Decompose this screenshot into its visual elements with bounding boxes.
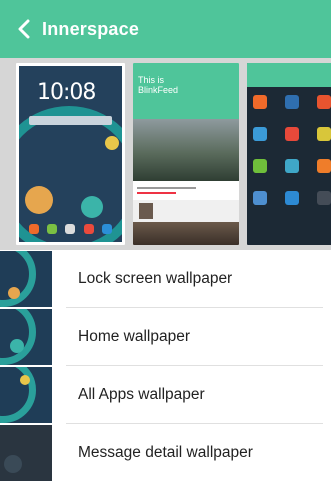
list-item-label: Message detail wallpaper	[78, 444, 253, 461]
planet-decoration	[25, 186, 53, 214]
decorative-ring	[0, 251, 36, 307]
preview-search-bar	[29, 116, 112, 125]
preview-clock: 10:08	[37, 80, 96, 105]
city-photo	[133, 119, 239, 181]
list-item-label: Lock screen wallpaper	[78, 270, 233, 287]
planet-decoration	[4, 455, 22, 473]
wallpaper-thumbnail	[0, 425, 52, 481]
phone-icon	[29, 224, 40, 234]
camera-icon	[101, 224, 112, 234]
camera-icon	[285, 191, 299, 205]
app-icon	[317, 191, 331, 205]
mail-icon	[83, 224, 94, 234]
decorative-ring	[0, 309, 36, 365]
wallpaper-thumbnail	[0, 309, 52, 365]
back-button[interactable]	[6, 0, 42, 58]
calendar-icon	[285, 159, 299, 173]
app-grid	[253, 95, 331, 205]
page-title: Innerspace	[42, 18, 140, 39]
app-icon	[317, 95, 331, 109]
list-item-home-wallpaper[interactable]: Home wallpaper	[0, 308, 331, 366]
message-icon	[253, 159, 267, 173]
decorative-ring	[0, 367, 36, 423]
feed-photo	[133, 222, 239, 245]
planet-decoration	[10, 339, 24, 353]
all-apps-preview[interactable]	[247, 63, 331, 245]
planet-decoration	[81, 196, 103, 218]
list-item-message-detail-wallpaper[interactable]: Message detail wallpaper	[0, 424, 331, 482]
list-item-label: Home wallpaper	[78, 328, 190, 345]
app-bar: Innerspace	[0, 0, 331, 58]
app-icon	[317, 127, 331, 141]
apps-icon	[65, 224, 76, 234]
blinkfeed-preview[interactable]: This is BlinkFeed	[133, 63, 239, 245]
preview-title: This is BlinkFeed	[138, 75, 178, 95]
avatar	[139, 203, 153, 219]
feed-row	[133, 200, 239, 222]
mail-icon	[285, 127, 299, 141]
app-icon	[317, 159, 331, 173]
planet-decoration	[20, 375, 30, 385]
list-item-all-apps-wallpaper[interactable]: All Apps wallpaper	[0, 366, 331, 424]
gallery-icon	[253, 191, 267, 205]
app-icon	[253, 127, 267, 141]
preview-header	[247, 63, 331, 87]
planet-decoration	[8, 287, 20, 299]
lock-screen-preview[interactable]: 10:08	[16, 63, 125, 245]
list-item-lock-screen-wallpaper[interactable]: Lock screen wallpaper	[0, 250, 331, 308]
app-icon	[285, 95, 299, 109]
chevron-left-icon	[18, 19, 30, 39]
phone-icon	[253, 95, 267, 109]
message-icon	[47, 224, 58, 234]
list-item-label: All Apps wallpaper	[78, 386, 205, 403]
wallpaper-thumbnail	[0, 367, 52, 423]
wallpaper-preview-carousel[interactable]: 10:08 This is BlinkFeed	[0, 58, 331, 250]
wallpaper-thumbnail	[0, 251, 52, 307]
preview-title-line1: This is	[138, 75, 165, 85]
news-text	[137, 184, 235, 198]
planet-decoration	[105, 136, 119, 150]
wallpaper-options-list: Lock screen wallpaper Home wallpaper All…	[0, 250, 331, 482]
preview-dock	[25, 222, 116, 236]
preview-title-line2: BlinkFeed	[138, 85, 179, 95]
